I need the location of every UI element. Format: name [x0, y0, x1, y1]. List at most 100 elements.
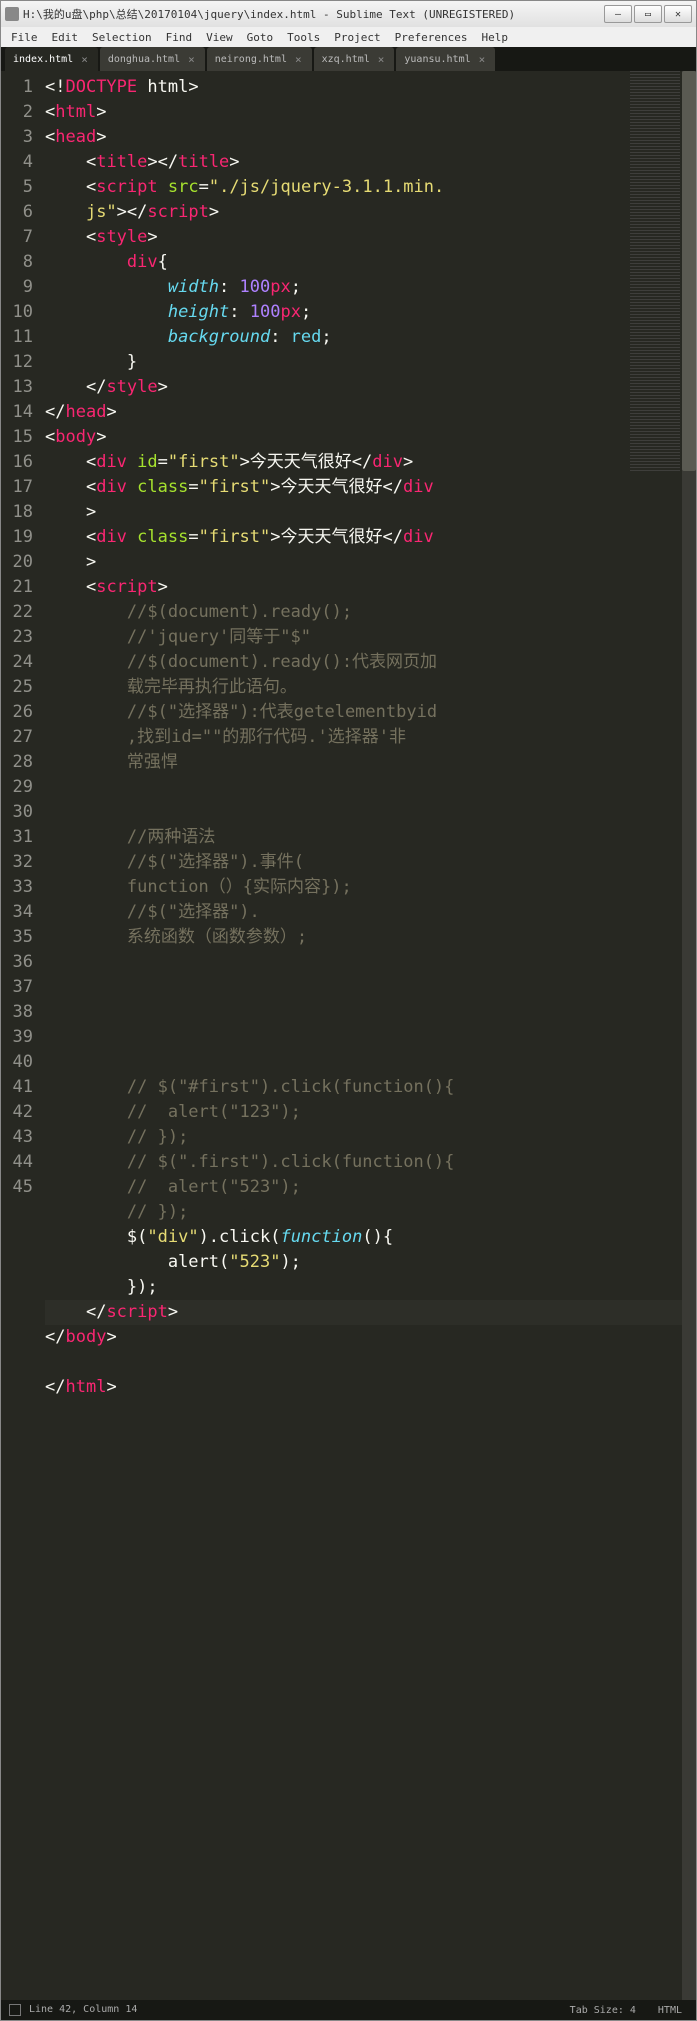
code-line[interactable]: background: red; [45, 325, 696, 350]
status-icon[interactable] [9, 2004, 21, 2016]
tabbar: index.html×donghua.html×neirong.html×xzq… [1, 47, 696, 71]
code-line[interactable]: }); [45, 1275, 696, 1300]
window-controls: — ▭ ✕ [604, 5, 692, 23]
code-line[interactable] [45, 1050, 696, 1075]
code-line[interactable]: 常强悍 [45, 750, 696, 775]
line-number: 6 [1, 200, 33, 225]
tab-close-icon[interactable]: × [186, 53, 197, 66]
tab-close-icon[interactable]: × [477, 53, 488, 66]
code-line[interactable]: </html> [45, 1375, 696, 1400]
tab-label: index.html [13, 54, 73, 65]
code-line[interactable]: //两种语法 [45, 825, 696, 850]
menu-tools[interactable]: Tools [281, 29, 326, 46]
line-number: 31 [1, 825, 33, 850]
line-number: 33 [1, 875, 33, 900]
code-line[interactable] [45, 775, 696, 800]
tab-donghua-html[interactable]: donghua.html × [100, 47, 205, 71]
code-line[interactable]: <style> [45, 225, 696, 250]
code-line[interactable]: ,找到id=""的那行代码.'选择器'非 [45, 725, 696, 750]
code-line[interactable] [45, 800, 696, 825]
tab-label: neirong.html [215, 54, 287, 65]
menu-preferences[interactable]: Preferences [389, 29, 474, 46]
code-line[interactable]: <html> [45, 100, 696, 125]
code-line[interactable]: width: 100px; [45, 275, 696, 300]
code-line[interactable]: 载完毕再执行此语句。 [45, 675, 696, 700]
vertical-scrollbar[interactable] [682, 71, 696, 2000]
code-line[interactable]: //$("选择器"):代表getelementbyid [45, 700, 696, 725]
code-line[interactable]: </body> [45, 1325, 696, 1350]
code-line[interactable]: height: 100px; [45, 300, 696, 325]
tab-close-icon[interactable]: × [376, 53, 387, 66]
code-line[interactable]: function（）{实际内容}); [45, 875, 696, 900]
minimap[interactable] [630, 71, 680, 471]
tab-index-html[interactable]: index.html × [5, 47, 98, 71]
code-line[interactable]: // $("#first").click(function(){ [45, 1075, 696, 1100]
code-line[interactable]: > [45, 500, 696, 525]
code-line[interactable]: //$(document).ready():代表网页加 [45, 650, 696, 675]
tab-label: donghua.html [108, 54, 180, 65]
minimize-button[interactable]: — [604, 5, 632, 23]
tab-neirong-html[interactable]: neirong.html × [207, 47, 312, 71]
line-number: 3 [1, 125, 33, 150]
code-line[interactable]: <script src="./js/jquery-3.1.1.min. [45, 175, 696, 200]
code-line[interactable] [45, 1350, 696, 1375]
line-number: 28 [1, 750, 33, 775]
line-number: 40 [1, 1050, 33, 1075]
line-gutter: 1234567891011121314151617181920212223242… [1, 71, 41, 2000]
code-line[interactable]: <div class="first">今天天气很好</div [45, 475, 696, 500]
code-line[interactable] [45, 1000, 696, 1025]
code-line[interactable]: </head> [45, 400, 696, 425]
scrollbar-thumb[interactable] [682, 71, 696, 471]
code-line[interactable]: > [45, 550, 696, 575]
code-line[interactable]: } [45, 350, 696, 375]
code-line[interactable]: // $(".first").click(function(){ [45, 1150, 696, 1175]
code-line[interactable]: 系统函数（函数参数）; [45, 925, 696, 950]
code-line[interactable]: //'jquery'同等于"$" [45, 625, 696, 650]
code-line[interactable]: <!DOCTYPE html> [45, 75, 696, 100]
code-line[interactable]: // alert("523"); [45, 1175, 696, 1200]
code-line[interactable]: <title></title> [45, 150, 696, 175]
menu-goto[interactable]: Goto [241, 29, 280, 46]
line-number: 8 [1, 250, 33, 275]
tab-yuansu-html[interactable]: yuansu.html× [396, 47, 495, 71]
code-line[interactable]: //$("选择器").事件( [45, 850, 696, 875]
status-tab-size[interactable]: Tab Size: 4 [564, 2005, 642, 2016]
maximize-button[interactable]: ▭ [634, 5, 662, 23]
status-line-col[interactable]: Line 42, Column 14 [29, 2004, 137, 2016]
line-number: 7 [1, 225, 33, 250]
menu-view[interactable]: View [200, 29, 239, 46]
tab-close-icon[interactable]: × [293, 53, 304, 66]
menu-edit[interactable]: Edit [46, 29, 85, 46]
code-line[interactable]: <div id="first">今天天气很好</div> [45, 450, 696, 475]
code-line[interactable]: // alert("123"); [45, 1100, 696, 1125]
code-line[interactable]: <div class="first">今天天气很好</div [45, 525, 696, 550]
menubar: FileEditSelectionFindViewGotoToolsProjec… [1, 27, 696, 47]
code-line[interactable]: //$(document).ready(); [45, 600, 696, 625]
close-button[interactable]: ✕ [664, 5, 692, 23]
code-line[interactable]: div{ [45, 250, 696, 275]
menu-find[interactable]: Find [160, 29, 199, 46]
code-area[interactable]: <!DOCTYPE html><html><head> <title></tit… [41, 71, 696, 2000]
status-syntax[interactable]: HTML [652, 2005, 688, 2016]
menu-help[interactable]: Help [475, 29, 514, 46]
code-line[interactable]: <head> [45, 125, 696, 150]
code-line[interactable]: //$("选择器"). [45, 900, 696, 925]
code-line[interactable]: // }); [45, 1125, 696, 1150]
code-line[interactable] [45, 975, 696, 1000]
menu-file[interactable]: File [5, 29, 44, 46]
code-line[interactable]: <script> [45, 575, 696, 600]
code-line[interactable]: js"></script> [45, 200, 696, 225]
code-line[interactable] [45, 950, 696, 975]
menu-project[interactable]: Project [328, 29, 386, 46]
code-line[interactable]: </style> [45, 375, 696, 400]
code-line[interactable]: <body> [45, 425, 696, 450]
code-line[interactable]: // }); [45, 1200, 696, 1225]
code-line[interactable] [45, 1025, 696, 1050]
code-line[interactable]: alert("523"); [45, 1250, 696, 1275]
titlebar[interactable]: H:\我的u盘\php\总结\20170104\jquery\index.htm… [1, 1, 696, 27]
menu-selection[interactable]: Selection [86, 29, 158, 46]
code-line[interactable]: </script> [45, 1300, 696, 1325]
tab-xzq-html[interactable]: xzq.html× [314, 47, 395, 71]
code-line[interactable]: $("div").click(function(){ [45, 1225, 696, 1250]
tab-close-icon[interactable]: × [79, 53, 90, 66]
